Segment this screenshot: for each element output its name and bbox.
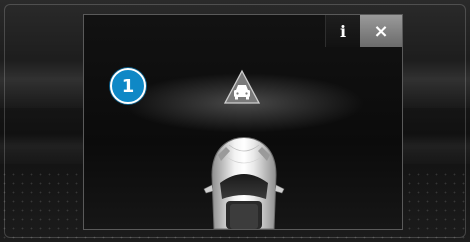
assist-scene [94, 69, 394, 229]
info-icon: i [339, 21, 347, 41]
close-button[interactable]: × [360, 15, 402, 47]
assist-popup-panel: i × [83, 14, 403, 230]
ego-car-top-view [203, 137, 285, 229]
close-icon: × [373, 20, 389, 42]
info-button[interactable]: i [325, 15, 360, 47]
callout-marker-badge: 1 [110, 68, 146, 104]
callout-number: 1 [121, 75, 135, 97]
